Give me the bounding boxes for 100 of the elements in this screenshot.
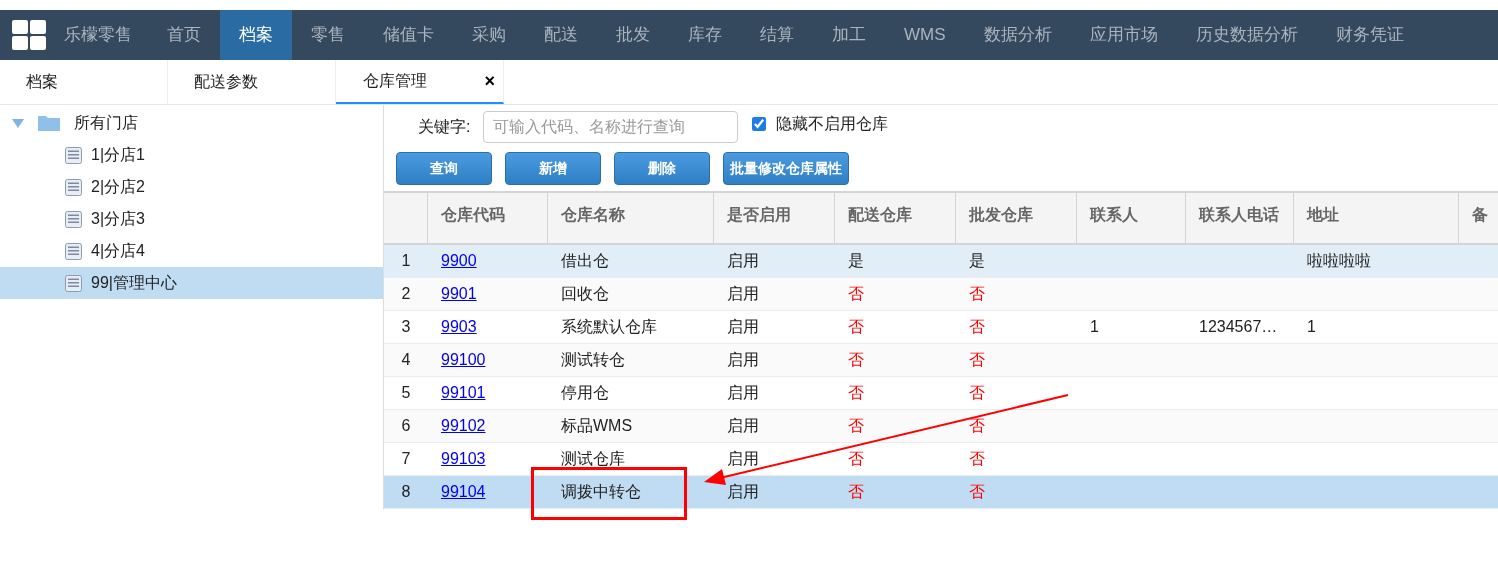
nav-item[interactable]: WMS xyxy=(885,10,965,60)
table-cell-text: 否 xyxy=(848,350,864,370)
code-link[interactable]: 99103 xyxy=(441,447,486,471)
table-cell-text: 启用 xyxy=(727,350,759,370)
column-header: 批发仓库 xyxy=(969,205,1033,225)
code-link[interactable]: 9900 xyxy=(441,249,477,273)
table-cell-text: 测试转仓 xyxy=(561,350,625,370)
nav-item[interactable]: 档案 xyxy=(220,10,292,60)
page-tab[interactable]: 仓库管理 × xyxy=(336,60,504,104)
table-cell-text: 启用 xyxy=(727,251,759,271)
nav-item[interactable]: 应用市场 xyxy=(1070,10,1177,60)
table-cell-text: 启用 xyxy=(727,482,759,502)
table-cell-text: 是 xyxy=(848,251,864,271)
nav-item[interactable]: 采购 xyxy=(453,10,525,60)
page-tab[interactable]: 档案 xyxy=(0,60,168,104)
toolbar-button[interactable]: 新增 xyxy=(505,152,601,185)
column-header: 联系人 xyxy=(1090,205,1138,225)
code-link[interactable]: 99102 xyxy=(441,414,486,438)
nav-item[interactable]: 加工 xyxy=(813,10,885,60)
nav-item[interactable]: 结算 xyxy=(741,10,813,60)
row-number: 6 xyxy=(401,416,411,436)
document-icon xyxy=(65,146,82,164)
table-cell-text: 否 xyxy=(848,383,864,403)
folder-icon xyxy=(38,115,60,131)
row-number: 4 xyxy=(401,350,411,370)
tree-root-label[interactable]: 所有门店 xyxy=(74,111,138,135)
table-cell-text: 否 xyxy=(969,416,985,436)
table-cell-text: 1 xyxy=(1090,317,1099,337)
table-cell-text: 否 xyxy=(969,350,985,370)
caret-icon[interactable] xyxy=(12,118,24,128)
row-number: 2 xyxy=(401,284,411,304)
keyword-field[interactable]: 可输入代码、名称进行查询 xyxy=(483,111,739,143)
row-number: 7 xyxy=(401,449,411,469)
tree-item[interactable]: 2|分店2 xyxy=(0,171,383,203)
nav-item[interactable]: 储值卡 xyxy=(364,10,453,60)
table-cell-text: 啦啦啦啦 xyxy=(1307,251,1371,271)
table-cell-text: 1234567… xyxy=(1199,317,1278,337)
column-header: 仓库名称 xyxy=(561,205,625,225)
nav-item[interactable]: 首页 xyxy=(148,10,220,60)
nav-item[interactable]: 批发 xyxy=(597,10,669,60)
table-cell-text: 否 xyxy=(969,383,985,403)
tree-item[interactable]: 4|分店4 xyxy=(0,235,383,267)
row-number: 5 xyxy=(401,383,411,403)
table-row[interactable]: 4 99100 测试转仓 启用 否 否 xyxy=(384,344,1498,377)
document-icon xyxy=(65,274,82,292)
document-icon xyxy=(65,242,82,260)
row-number: 1 xyxy=(401,251,411,271)
column-header: 地址 xyxy=(1307,205,1339,225)
table-cell-text: 1 xyxy=(1307,317,1316,337)
toolbar-button[interactable]: 查询 xyxy=(396,152,492,185)
table-row[interactable]: 2 9901 回收仓 启用 否 否 xyxy=(384,278,1498,311)
table-cell-text: 标品WMS xyxy=(561,416,633,436)
checkbox-label: 隐藏不启用仓库 xyxy=(776,114,889,134)
tree-item[interactable]: 3|分店3 xyxy=(0,203,383,235)
toolbar-button[interactable]: 删除 xyxy=(614,152,710,185)
table-cell-text: 启用 xyxy=(727,284,759,304)
nav-item[interactable]: 配送 xyxy=(525,10,597,60)
table-row[interactable]: 6 99102 标品WMS 启用 否 否 xyxy=(384,410,1498,443)
nav-item[interactable]: 零售 xyxy=(292,10,364,60)
code-link[interactable]: 9901 xyxy=(441,282,477,306)
table-cell-text: 启用 xyxy=(727,317,759,337)
column-header: 是否启用 xyxy=(727,205,791,225)
close-icon[interactable]: × xyxy=(484,67,495,95)
table-cell-text: 否 xyxy=(848,317,864,337)
page-tab[interactable]: 配送参数 xyxy=(168,60,336,104)
document-icon xyxy=(65,178,82,196)
table-row[interactable]: 8 99104 调拨中转仓 启用 否 否 xyxy=(384,476,1498,509)
table-row[interactable]: 1 9900 借出仓 启用 是 是 啦啦啦啦 xyxy=(384,245,1498,278)
code-link[interactable]: 99100 xyxy=(441,348,486,372)
keyword-label: 关键字: xyxy=(418,117,471,137)
table-cell-text: 回收仓 xyxy=(561,284,609,304)
code-link[interactable]: 99104 xyxy=(441,480,486,504)
table-cell-text: 系统默认仓库 xyxy=(561,317,657,337)
table-cell-text: 否 xyxy=(969,284,985,304)
document-icon xyxy=(65,210,82,228)
row-number: 3 xyxy=(401,317,411,337)
code-link[interactable]: 9903 xyxy=(441,315,477,339)
tree-item[interactable]: 99|管理中心 xyxy=(0,267,383,299)
nav-item[interactable]: 历史数据分析 xyxy=(1176,10,1317,60)
nav-item[interactable]: 库存 xyxy=(669,10,741,60)
column-header: 联系人电话 xyxy=(1199,205,1279,225)
table-cell-text: 启用 xyxy=(727,449,759,469)
table-cell-text: 启用 xyxy=(727,416,759,436)
tree-item[interactable]: 1|分店1 xyxy=(0,139,383,171)
column-header: 配送仓库 xyxy=(848,205,912,225)
table-cell-text: 启用 xyxy=(727,383,759,403)
code-link[interactable]: 99101 xyxy=(441,381,486,405)
table-cell-text: 否 xyxy=(969,449,985,469)
table-cell-text: 否 xyxy=(969,317,985,337)
toolbar-button[interactable]: 批量修改仓库属性 xyxy=(723,152,849,185)
column-header: 仓库代码 xyxy=(441,205,505,225)
table-cell-text: 否 xyxy=(848,284,864,304)
nav-item[interactable]: 数据分析 xyxy=(964,10,1071,60)
table-cell-text: 否 xyxy=(848,416,864,436)
nav-item[interactable]: 财务凭证 xyxy=(1316,10,1423,60)
table-cell-text: 否 xyxy=(969,482,985,502)
table-cell-text: 否 xyxy=(848,482,864,502)
table-cell-text: 否 xyxy=(848,449,864,469)
row-number: 8 xyxy=(401,482,411,502)
table-cell-text: 调拨中转仓 xyxy=(561,482,641,502)
